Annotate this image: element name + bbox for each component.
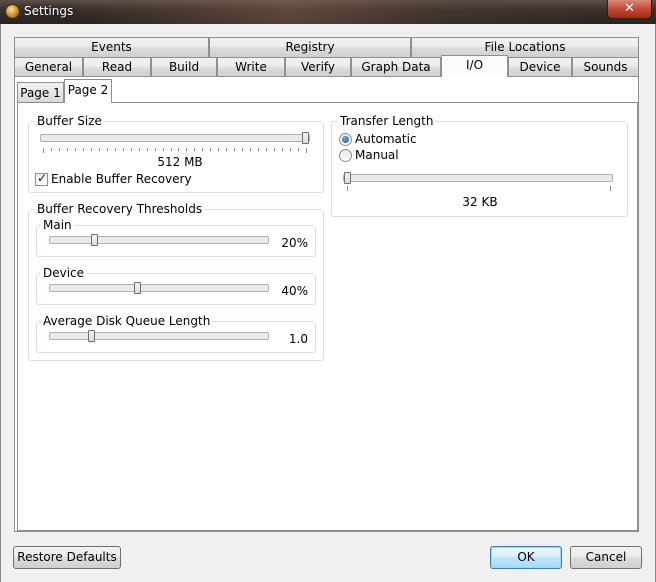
tick-mark <box>131 148 132 151</box>
tab-events[interactable]: Events <box>14 37 209 57</box>
tick-mark <box>43 148 44 153</box>
tick-mark <box>51 148 52 151</box>
transfer-length-label: Transfer Length <box>338 114 436 128</box>
enable-buffer-recovery-label: Enable Buffer Recovery <box>51 172 192 186</box>
thresholds-label: Buffer Recovery Thresholds <box>35 202 205 216</box>
queue-threshold-slider-thumb[interactable] <box>88 330 95 342</box>
ok-button[interactable]: OK <box>490 546 562 569</box>
restore-defaults-button[interactable]: Restore Defaults <box>13 546 121 569</box>
tick-mark <box>266 148 267 151</box>
tab-general[interactable]: General <box>14 57 83 77</box>
tab-read[interactable]: Read <box>83 57 151 77</box>
tick-mark <box>139 148 140 151</box>
cancel-button[interactable]: Cancel <box>570 546 642 569</box>
title-bar[interactable]: Settings ✕ <box>0 0 656 24</box>
tab-io[interactable]: I/O <box>441 55 508 77</box>
queue-threshold-label: Average Disk Queue Length <box>41 314 213 328</box>
transfer-length-ticks <box>347 186 611 191</box>
tick-mark <box>59 148 60 151</box>
tab-write[interactable]: Write <box>217 57 285 77</box>
buffer-size-slider-track[interactable] <box>40 134 310 142</box>
tick-mark <box>282 148 283 151</box>
tick-mark <box>107 148 108 151</box>
tick-mark <box>99 148 100 151</box>
tick-mark <box>67 148 68 151</box>
tick-mark <box>274 148 275 151</box>
manual-label: Manual <box>355 148 399 162</box>
tab-file-locations[interactable]: File Locations <box>411 37 639 57</box>
tick-mark <box>83 148 84 151</box>
tick-mark <box>610 186 611 191</box>
tab-build[interactable]: Build <box>151 57 217 77</box>
tab-registry[interactable]: Registry <box>209 37 411 57</box>
buffer-size-value: 512 MB <box>157 155 203 169</box>
app-icon <box>5 4 20 19</box>
radio-selected-dot <box>342 136 349 143</box>
tick-mark <box>202 148 203 151</box>
tick-mark <box>147 148 148 151</box>
tick-mark <box>242 148 243 151</box>
device-threshold-slider-track[interactable] <box>49 284 269 292</box>
transfer-length-value: 32 KB <box>462 195 498 209</box>
manual-radio[interactable] <box>339 149 352 162</box>
tick-mark <box>306 148 307 153</box>
settings-window: Settings ✕ Events Registry File Location… <box>0 0 656 582</box>
buffer-size-ticks <box>43 148 307 153</box>
buffer-size-slider-thumb[interactable] <box>302 132 309 144</box>
tick-mark <box>171 148 172 151</box>
enable-buffer-recovery-checkbox[interactable]: ✓ <box>35 171 48 186</box>
main-threshold-value: 20% <box>281 236 308 250</box>
tick-mark <box>290 148 291 151</box>
tab-device[interactable]: Device <box>508 57 572 77</box>
tick-mark <box>218 148 219 151</box>
automatic-label: Automatic <box>355 132 417 146</box>
transfer-length-slider-track[interactable] <box>343 174 613 182</box>
tick-mark <box>178 148 179 151</box>
main-threshold-label: Main <box>41 218 74 232</box>
main-threshold-slider-track[interactable] <box>49 236 269 244</box>
tick-mark <box>234 148 235 151</box>
tick-mark <box>91 148 92 151</box>
close-button[interactable]: ✕ <box>607 0 652 19</box>
queue-threshold-value: 1.0 <box>288 332 308 346</box>
buffer-size-label: Buffer Size <box>35 114 104 128</box>
subtab-page-2[interactable]: Page 2 <box>64 79 112 103</box>
device-threshold-slider-thumb[interactable] <box>134 282 141 294</box>
tick-mark <box>210 148 211 151</box>
tick-mark <box>115 148 116 151</box>
tick-mark <box>226 148 227 151</box>
tick-mark <box>75 148 76 151</box>
tab-sounds[interactable]: Sounds <box>572 57 639 77</box>
subtab-page-1[interactable]: Page 1 <box>17 82 64 103</box>
tick-mark <box>258 148 259 151</box>
window-title: Settings <box>24 4 74 18</box>
tick-mark <box>123 148 124 151</box>
device-threshold-label: Device <box>41 266 87 280</box>
tick-mark <box>155 148 156 151</box>
checkmark-icon: ✓ <box>37 171 48 185</box>
tab-verify[interactable]: Verify <box>285 57 351 77</box>
tick-mark <box>186 148 187 151</box>
automatic-radio[interactable] <box>339 133 352 146</box>
tick-mark <box>194 148 195 151</box>
main-threshold-slider-thumb[interactable] <box>91 234 98 246</box>
tab-graph-data[interactable]: Graph Data <box>351 57 441 77</box>
device-threshold-value: 40% <box>281 284 308 298</box>
tick-mark <box>163 148 164 151</box>
transfer-length-slider-thumb[interactable] <box>344 172 351 184</box>
queue-threshold-slider-track[interactable] <box>49 332 269 340</box>
tick-mark <box>347 186 348 191</box>
tick-mark <box>298 148 299 151</box>
tick-mark <box>250 148 251 151</box>
